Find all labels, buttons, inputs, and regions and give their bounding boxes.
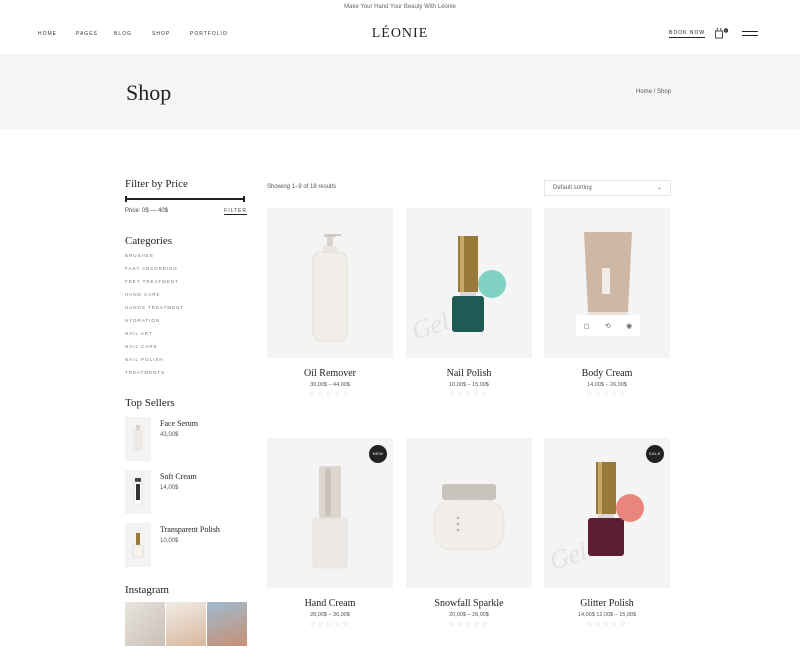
category-item[interactable]: Hand Care bbox=[125, 292, 247, 305]
sort-select[interactable]: Default sorting ⌄ bbox=[544, 180, 671, 196]
product-price: 28,00$ – 36,00$ bbox=[310, 612, 350, 618]
product-name[interactable]: Snowfall Sparkle bbox=[406, 598, 532, 609]
seller-price: 14,00$ bbox=[160, 485, 179, 491]
category-item[interactable]: Brushes bbox=[125, 253, 247, 266]
product-quick-actions: ◻ ⟲ ◉ bbox=[576, 315, 640, 336]
product-name[interactable]: Glitter Polish bbox=[544, 598, 670, 609]
product-price: 20,00$ – 28,00$ bbox=[449, 612, 489, 618]
compare-icon[interactable]: ⟲ bbox=[605, 322, 611, 330]
product-name[interactable]: Nail Polish bbox=[406, 368, 532, 379]
result-count: Showing 1–9 of 18 results bbox=[267, 184, 337, 190]
category-item[interactable]: Nail Care bbox=[125, 344, 247, 357]
rating-stars: ☆☆☆☆☆ bbox=[586, 621, 628, 628]
site-header: HOME PAGES BLOG SHOP PORTFOLIO LÉONIE BO… bbox=[0, 20, 800, 54]
rating-stars: ☆☆☆☆☆ bbox=[309, 621, 351, 628]
product-image[interactable]: ◻ ⟲ ◉ bbox=[544, 208, 670, 358]
category-item[interactable]: Hydration bbox=[125, 318, 247, 331]
instagram-photo[interactable] bbox=[125, 602, 165, 646]
eye-icon[interactable]: ◉ bbox=[626, 322, 632, 330]
product-image[interactable]: Gel bbox=[406, 208, 532, 358]
top-seller-item[interactable]: Soft Cream 14,00$ bbox=[125, 470, 247, 523]
category-item[interactable]: Treatments bbox=[125, 370, 247, 383]
product-price: 14,00$ 12,00$ – 15,00$ bbox=[577, 612, 637, 618]
product-thumbnail[interactable] bbox=[125, 417, 151, 461]
menu-icon[interactable] bbox=[742, 31, 758, 39]
product-image[interactable] bbox=[267, 208, 393, 358]
product-name[interactable]: Oil Remover bbox=[267, 368, 393, 379]
book-now-button[interactable]: BOOK NOW bbox=[669, 30, 706, 38]
announcement-text: Make Your Hand Your Beauty With Léonie bbox=[344, 4, 456, 10]
shop-sidebar: Filter by Price Price: 0$ — 40$ FILTER C… bbox=[125, 178, 247, 646]
product-price: 10,00$ – 15,00$ bbox=[449, 382, 489, 388]
product-card[interactable]: Snowfall Sparkle 20,00$ – 28,00$ ☆☆☆☆☆ bbox=[406, 438, 532, 628]
page-title: Shop bbox=[126, 80, 172, 105]
new-badge: NEW bbox=[369, 445, 387, 463]
rating-stars: ☆☆☆☆☆ bbox=[448, 391, 490, 398]
product-image[interactable]: NEW bbox=[267, 438, 393, 588]
page-title-bar: Shop Home / Shop bbox=[0, 54, 800, 129]
seller-name[interactable]: Face Serum bbox=[160, 419, 198, 428]
product-thumbnail[interactable] bbox=[125, 470, 151, 514]
product-card[interactable]: ◻ ⟲ ◉ Body Cream 14,00$ – 26,00$ ☆☆☆☆☆ bbox=[544, 208, 670, 398]
categories-title: Categories bbox=[125, 235, 173, 247]
sort-value: Default sorting bbox=[553, 185, 592, 191]
product-image[interactable] bbox=[406, 438, 532, 588]
seller-name[interactable]: Transparent Polish bbox=[160, 525, 220, 534]
product-thumbnail[interactable] bbox=[125, 523, 151, 567]
top-sellers-title: Top Sellers bbox=[125, 397, 175, 409]
instagram-grid bbox=[125, 602, 247, 646]
product-card[interactable]: Oil Remover 30,00$ – 44,00$ ☆☆☆☆☆ bbox=[267, 208, 393, 398]
seller-price: 43,00$ bbox=[160, 432, 179, 438]
announcement-bar: Make Your Hand Your Beauty With Léonie bbox=[0, 0, 800, 13]
instagram-title: Instagram bbox=[125, 584, 169, 596]
product-watermark: Gel bbox=[546, 536, 591, 575]
category-list: Brushes Fast Absorbing Feet Treatment Ha… bbox=[125, 253, 247, 383]
category-item[interactable]: Feet Treatment bbox=[125, 279, 247, 292]
filter-title: Filter by Price bbox=[125, 178, 188, 190]
top-seller-item[interactable]: Face Serum 43,00$ bbox=[125, 417, 247, 470]
instagram-photo[interactable] bbox=[166, 602, 206, 646]
rating-stars: ☆☆☆☆☆ bbox=[586, 391, 628, 398]
price-slider[interactable] bbox=[125, 196, 247, 202]
rating-stars: ☆☆☆☆☆ bbox=[309, 391, 351, 398]
product-name[interactable]: Hand Cream bbox=[267, 598, 393, 609]
price-range-label: Price: 0$ — 40$ bbox=[125, 208, 169, 214]
sale-badge: SALE bbox=[646, 445, 664, 463]
shopping-bag-icon: 0 bbox=[715, 27, 729, 39]
cart-button[interactable]: 0 bbox=[715, 26, 729, 39]
shop-toolbar: Showing 1–9 of 18 results Default sortin… bbox=[267, 180, 671, 196]
slider-min-handle[interactable] bbox=[125, 196, 127, 202]
product-watermark: Gel bbox=[408, 306, 453, 345]
bag-icon[interactable]: ◻ bbox=[584, 322, 590, 330]
category-item[interactable]: Nail Art bbox=[125, 331, 247, 344]
category-item[interactable]: Hands Treatment bbox=[125, 305, 247, 318]
product-card[interactable]: Gel SALE Glitter Polish 14,00$ 12,00$ – … bbox=[544, 438, 670, 628]
category-item[interactable]: Nail Polish bbox=[125, 357, 247, 370]
category-item[interactable]: Fast Absorbing bbox=[125, 266, 247, 279]
instagram-photo[interactable] bbox=[207, 602, 247, 646]
product-card[interactable]: NEW Hand Cream 28,00$ – 36,00$ ☆☆☆☆☆ bbox=[267, 438, 393, 628]
top-seller-item[interactable]: Transparent Polish 10,00$ bbox=[125, 523, 247, 576]
product-image[interactable]: Gel SALE bbox=[544, 438, 670, 588]
breadcrumb[interactable]: Home / Shop bbox=[636, 89, 671, 95]
product-price: 14,00$ – 26,00$ bbox=[587, 382, 627, 388]
chevron-down-icon: ⌄ bbox=[656, 185, 662, 191]
product-card[interactable]: Gel Nail Polish 10,00$ – 15,00$ ☆☆☆☆☆ bbox=[406, 208, 532, 398]
product-price: 30,00$ – 44,00$ bbox=[310, 382, 350, 388]
product-name[interactable]: Body Cream bbox=[544, 368, 670, 379]
seller-price: 10,00$ bbox=[160, 538, 179, 544]
rating-stars: ☆☆☆☆☆ bbox=[448, 621, 490, 628]
seller-name[interactable]: Soft Cream bbox=[160, 472, 197, 481]
slider-max-handle[interactable] bbox=[243, 196, 245, 202]
filter-button[interactable]: FILTER bbox=[224, 208, 247, 215]
